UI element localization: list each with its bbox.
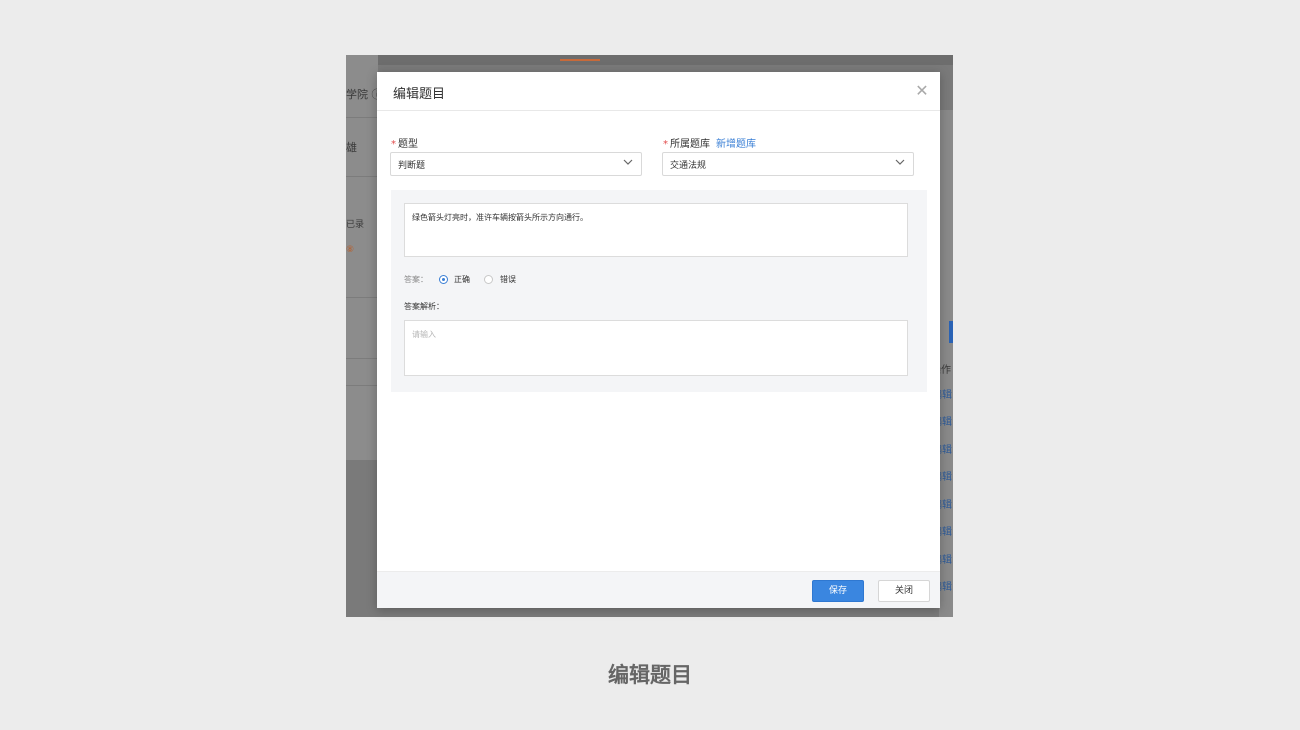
save-button[interactable]: 保存 [812, 580, 864, 602]
background-divider [346, 117, 378, 118]
question-type-select[interactable]: 判断题 [390, 152, 642, 176]
add-question-bank-link[interactable]: 新增题库 [716, 139, 756, 150]
question-type-label: * 题型 [391, 135, 418, 150]
close-button[interactable]: 关闭 [878, 580, 930, 602]
question-bank-label: * 所属题库 新增题库 [663, 135, 756, 150]
question-bank-select[interactable]: 交通法规 [662, 152, 914, 176]
background-divider [346, 358, 378, 359]
explanation-label: 答案解析： [404, 302, 444, 311]
background-divider [346, 176, 378, 177]
background-left-panel [346, 55, 378, 460]
background-divider [346, 297, 378, 298]
background-active-tab-indicator [560, 59, 600, 61]
question-type-label-text: 题型 [398, 139, 418, 150]
answer-true-label[interactable]: 正确 [454, 274, 470, 285]
dialog-title: 编辑题目 [393, 87, 446, 102]
background-left-text: 雄 [346, 141, 357, 154]
question-type-value: 判断题 [398, 161, 426, 171]
explanation-placeholder: 请输入 [412, 330, 436, 339]
dialog-header: 编辑题目 ✕ [377, 72, 940, 111]
question-bank-label-text: 所属题库 [670, 139, 710, 150]
explanation-textarea[interactable]: 请输入 [404, 320, 908, 376]
edit-question-dialog: 编辑题目 ✕ * 题型 判断题 * 所属题库 新增题库 交通法规 绿色箭头灯亮时，准许… [377, 72, 940, 608]
question-panel: 绿色箭头灯亮时，准许车辆按箭头所示方向通行。 答案： 正确 错误 答案解析： 请… [391, 190, 927, 392]
close-icon[interactable]: ✕ [914, 83, 930, 99]
background-top-bar [346, 55, 953, 65]
required-asterisk: * [391, 139, 396, 150]
question-text-value: 绿色箭头灯亮时，准许车辆按箭头所示方向通行。 [412, 213, 588, 222]
page-caption: 编辑题目 [608, 663, 692, 687]
background-right-button [949, 321, 953, 343]
answer-true-radio[interactable] [439, 275, 448, 284]
background-divider [346, 385, 378, 386]
chevron-down-icon [623, 159, 633, 165]
chevron-down-icon [895, 159, 905, 165]
question-bank-value: 交通法规 [670, 161, 707, 171]
dialog-footer: 保存 关闭 [377, 571, 940, 608]
required-asterisk: * [663, 139, 668, 150]
answer-false-radio[interactable] [484, 275, 493, 284]
background-left-text: 已录 [346, 220, 365, 230]
question-text-input[interactable]: 绿色箭头灯亮时，准许车辆按箭头所示方向通行。 [404, 203, 908, 257]
answer-label: 答案： [404, 275, 428, 284]
answer-false-label[interactable]: 错误 [500, 274, 516, 285]
background-left-badge: ⑧ [346, 245, 355, 255]
